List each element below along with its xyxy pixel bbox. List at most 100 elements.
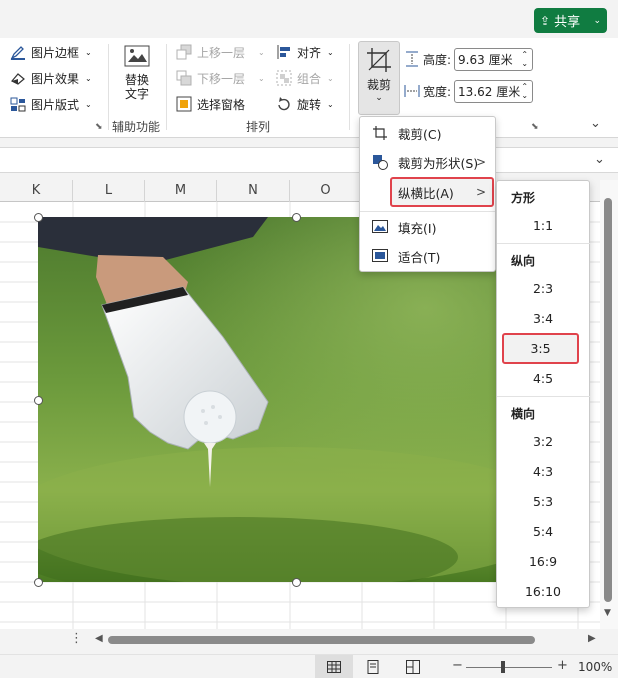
menu-separator xyxy=(497,243,590,244)
chevron-down-icon: ⌄ xyxy=(258,73,265,83)
column-header[interactable]: L xyxy=(73,180,145,202)
page-break-view-button[interactable] xyxy=(406,660,420,677)
picture-layout-button[interactable]: 图片版式 ⌄ xyxy=(10,93,105,115)
page-layout-view-button[interactable] xyxy=(366,660,380,677)
aspect-item[interactable]: 3:2 xyxy=(497,428,589,456)
bring-forward-button[interactable]: 上移一层 ⌄ xyxy=(176,41,265,63)
picture-border-button[interactable]: 图片边框 ⌄ xyxy=(10,41,105,63)
share-button[interactable]: ⇪ 共享 ⌄ xyxy=(534,8,607,33)
dialog-launcher-icon[interactable]: ⬊ xyxy=(531,122,539,132)
menu-item-aspect-ratio[interactable]: 纵横比(A) > xyxy=(390,177,494,207)
normal-view-button[interactable] xyxy=(315,655,353,678)
height-spinner[interactable]: ⌃ ⌄ xyxy=(521,50,528,68)
crop-menu: 裁剪(C) 裁剪为形状(S) > 纵横比(A) > 填充(I) 适合(T) xyxy=(359,116,496,272)
width-row: 宽度: 13.62 厘米 ⌃ ⌄ xyxy=(404,79,534,103)
horizontal-scroll-thumb[interactable] xyxy=(108,636,535,644)
bring-forward-icon xyxy=(176,44,192,60)
chevron-down-icon[interactable]: ⌄ xyxy=(593,16,601,26)
aspect-item[interactable]: 16:9 xyxy=(497,548,589,576)
menu-item-label: 裁剪为形状(S) xyxy=(398,155,479,171)
rotate-icon xyxy=(276,96,292,112)
picture-effects-button[interactable]: 图片效果 ⌄ xyxy=(10,67,105,89)
crop-icon xyxy=(367,48,391,72)
aspect-item[interactable]: 16:10 xyxy=(497,578,589,606)
chevron-down-icon: ⌄ xyxy=(85,99,92,109)
aspect-ratio-submenu: 方形 1:1 纵向 2:3 3:4 3:5 4:5 横向 3:2 4:3 5:3… xyxy=(496,180,590,608)
arrange-group-right: 对齐 ⌄ 组合 ⌄ 旋转 ⌄ xyxy=(276,41,334,115)
group-separator xyxy=(166,44,167,130)
group-label: 组合 xyxy=(297,71,322,86)
vertical-scroll-thumb[interactable] xyxy=(604,198,612,602)
chevron-down-icon: ⌄ xyxy=(375,93,383,103)
group-button[interactable]: 组合 ⌄ xyxy=(276,67,334,89)
aspect-item[interactable]: 1:1 xyxy=(497,212,589,240)
menu-item-crop[interactable]: 裁剪(C) xyxy=(364,119,492,147)
vertical-scrollbar[interactable]: ▼ xyxy=(600,180,618,629)
menu-item-label: 裁剪(C) xyxy=(398,126,442,142)
square-header: 方形 xyxy=(511,191,536,205)
resize-handle[interactable] xyxy=(34,213,43,222)
fit-icon xyxy=(372,248,388,264)
selection-pane-icon xyxy=(176,96,192,112)
aspect-item[interactable]: 3:4 xyxy=(497,305,589,333)
crop-label: 裁剪 xyxy=(366,78,391,92)
pen-icon xyxy=(10,44,26,60)
aspect-item[interactable]: 4:3 xyxy=(497,458,589,486)
width-spinner[interactable]: ⌃ ⌄ xyxy=(521,82,528,100)
chevron-right-icon: > xyxy=(475,155,486,169)
aspect-item[interactable]: 2:3 xyxy=(497,275,589,303)
menu-item-fit[interactable]: 适合(T) xyxy=(364,242,492,270)
alt-text-button[interactable]: 替换 文字 xyxy=(118,44,156,101)
align-button[interactable]: 对齐 ⌄ xyxy=(276,41,334,63)
height-input[interactable]: 9.63 厘米 ⌃ ⌄ xyxy=(454,47,534,71)
column-header[interactable]: M xyxy=(145,180,217,202)
resize-handle[interactable] xyxy=(292,213,301,222)
alt-text-icon xyxy=(124,45,150,67)
rotate-label: 旋转 xyxy=(297,97,322,112)
chevron-down-icon: ⌄ xyxy=(258,47,265,57)
width-label: 宽度: xyxy=(423,84,452,99)
height-icon xyxy=(404,51,420,67)
width-input[interactable]: 13.62 厘米 ⌃ ⌄ xyxy=(454,79,534,103)
zoom-out-icon[interactable]: − xyxy=(452,658,463,673)
aspect-item[interactable]: 4:5 xyxy=(497,365,589,393)
column-header[interactable]: K xyxy=(0,180,73,202)
column-header[interactable]: N xyxy=(217,180,290,202)
page-layout-icon xyxy=(367,660,379,674)
selection-pane-button[interactable]: 选择窗格 xyxy=(176,93,265,115)
formula-bar[interactable]: ⌄ xyxy=(0,147,618,173)
aspect-item[interactable]: 5:4 xyxy=(497,518,589,546)
rotate-button[interactable]: 旋转 ⌄ xyxy=(276,93,334,115)
crop-button[interactable]: 裁剪 ⌄ xyxy=(358,41,400,115)
resize-handle[interactable] xyxy=(34,396,43,405)
zoom-level[interactable]: 100% xyxy=(578,660,612,674)
width-value: 13.62 厘米 xyxy=(458,84,521,99)
picture-border-label: 图片边框 xyxy=(31,45,80,60)
scroll-left-icon[interactable]: ◀ xyxy=(95,633,103,644)
aspect-item[interactable]: 5:3 xyxy=(497,488,589,516)
align-label: 对齐 xyxy=(297,45,322,60)
scroll-right-icon[interactable]: ▶ xyxy=(588,633,596,644)
send-backward-button[interactable]: 下移一层 ⌄ xyxy=(176,67,265,89)
dialog-launcher-icon[interactable]: ⬊ xyxy=(95,122,103,132)
aspect-item-selected[interactable]: 3:5 xyxy=(502,333,579,364)
arrange-group: 上移一层 ⌄ 下移一层 ⌄ 选择窗格 xyxy=(176,41,265,115)
expand-formula-bar-icon[interactable]: ⌄ xyxy=(594,152,605,167)
width-icon xyxy=(404,83,420,99)
collapse-ribbon-icon[interactable]: ⌄ xyxy=(590,116,601,131)
resize-handle[interactable] xyxy=(34,578,43,587)
zoom-in-icon[interactable]: + xyxy=(557,658,568,673)
zoom-slider-thumb[interactable] xyxy=(501,661,505,673)
resize-handle[interactable] xyxy=(292,578,301,587)
zoom-slider[interactable] xyxy=(466,667,552,668)
height-label: 高度: xyxy=(423,52,452,67)
share-label: 共享 xyxy=(554,15,581,30)
size-group: 高度: 9.63 厘米 ⌃ ⌄ 宽度: 13.62 厘米 ⌃ ⌄ xyxy=(404,47,534,103)
group-icon xyxy=(276,70,292,86)
more-sheets-icon[interactable]: ⋮ xyxy=(70,631,83,646)
menu-item-crop-to-shape[interactable]: 裁剪为形状(S) > xyxy=(364,148,492,176)
chevron-down-icon: ⌄ xyxy=(85,73,92,83)
scroll-down-icon[interactable]: ▼ xyxy=(604,608,611,618)
menu-item-fill[interactable]: 填充(I) xyxy=(364,213,492,241)
column-header[interactable]: O xyxy=(290,180,362,202)
